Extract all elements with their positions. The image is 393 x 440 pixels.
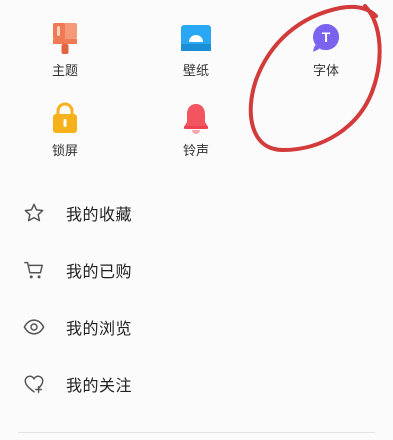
cart-icon [22,258,46,282]
theme-store-screen: 主题 壁纸 T 字体 锁屏 铃声 我的收藏 我的已购 我的浏览 我的关注 [0,0,393,440]
lock-icon [49,102,81,134]
font-icon-letter: T [322,29,331,45]
divider [18,432,375,433]
grid-item-wallpaper[interactable]: 壁纸 [164,22,228,80]
paint-brush-icon [49,22,81,54]
grid-item-label: 字体 [312,64,339,79]
grid-item-label: 壁纸 [182,64,209,79]
bell-icon [180,102,212,134]
wallpaper-icon [180,22,212,54]
eye-icon [22,315,46,339]
list-item-label: 我的收藏 [66,205,133,224]
list-item-label: 我的已购 [66,262,133,281]
star-icon [22,201,46,225]
grid-item-theme[interactable]: 主题 [33,22,97,80]
grid-item-ringtone[interactable]: 铃声 [164,102,228,160]
list-item-favorites[interactable]: 我的收藏 [22,200,132,226]
heart-icon [22,372,46,396]
grid-item-label: 主题 [51,64,78,79]
grid-item-label: 锁屏 [51,144,78,159]
grid-item-lockscreen[interactable]: 锁屏 [33,102,97,160]
grid-item-font[interactable]: T 字体 [294,22,358,80]
font-icon: T [310,22,342,54]
list-item-following[interactable]: 我的关注 [22,371,132,397]
list-item-label: 我的浏览 [66,319,133,338]
grid-item-label: 铃声 [182,144,209,159]
list-item-purchased[interactable]: 我的已购 [22,257,132,283]
list-item-history[interactable]: 我的浏览 [22,314,132,340]
list-item-label: 我的关注 [66,376,133,395]
